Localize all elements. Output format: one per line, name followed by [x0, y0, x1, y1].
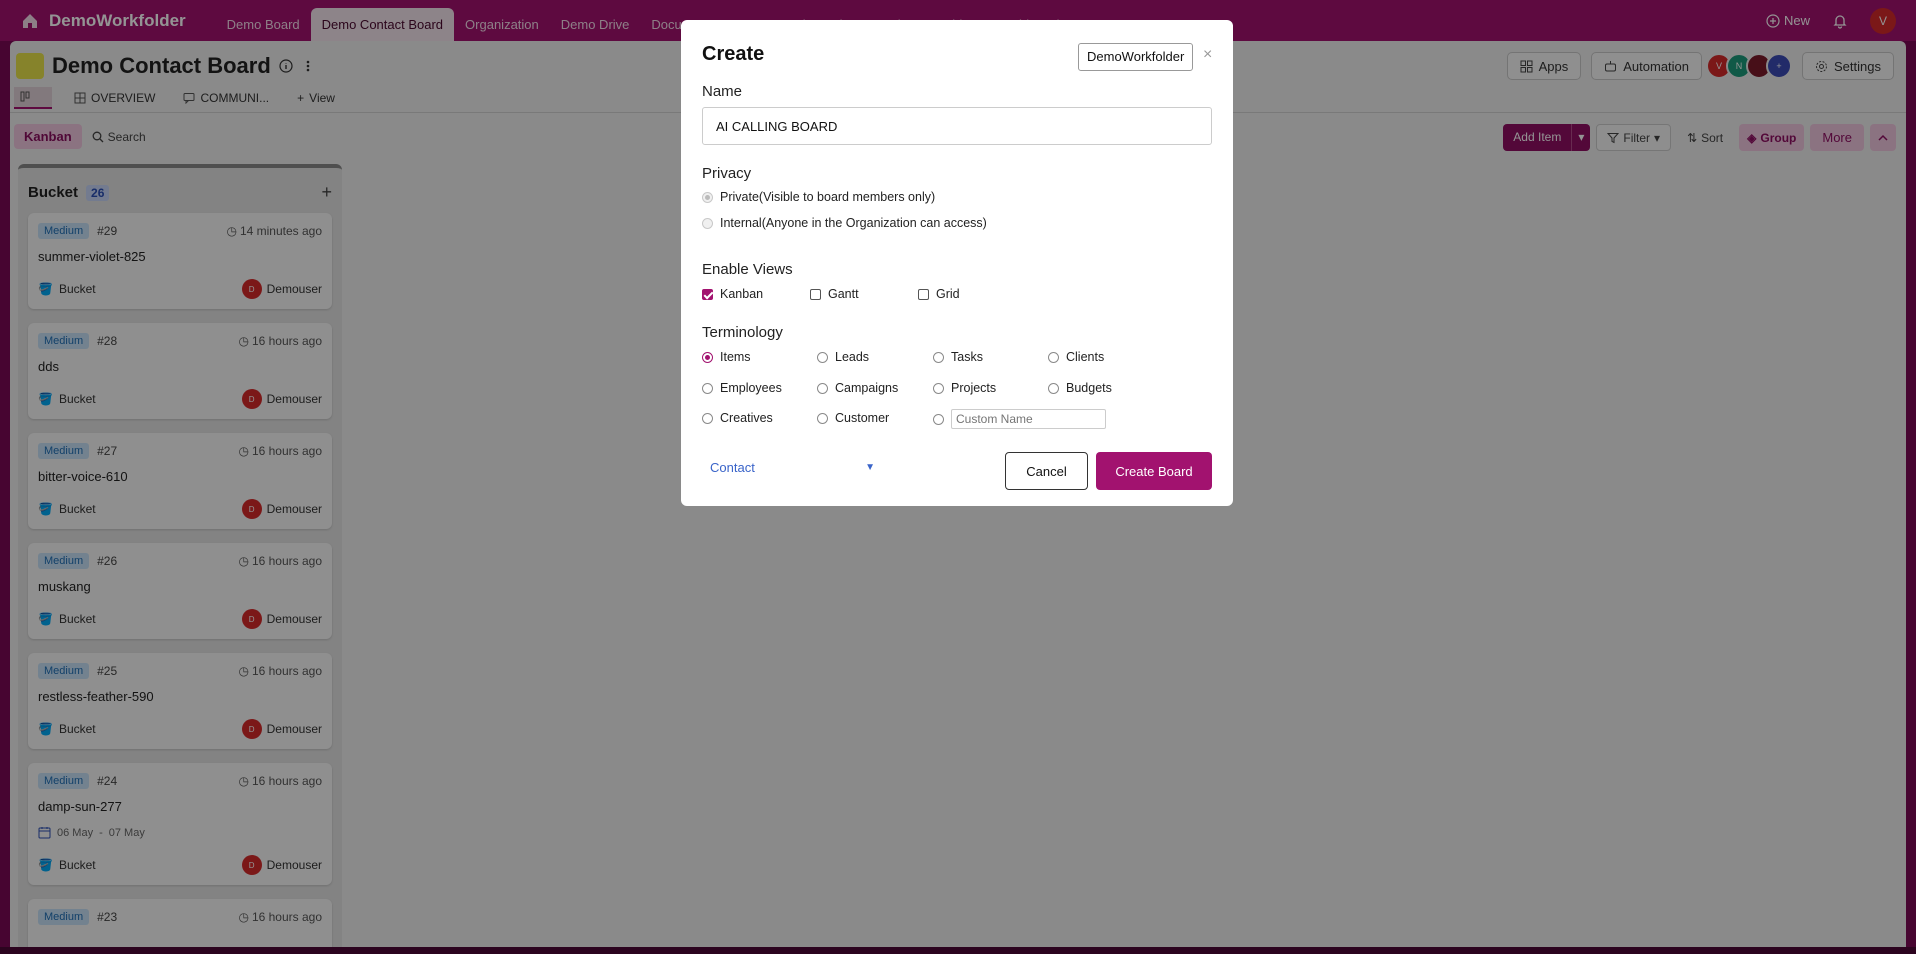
create-board-button[interactable]: Create Board — [1096, 452, 1212, 490]
board-type-select[interactable]: Contact ▼ — [710, 460, 875, 475]
private-radio[interactable] — [702, 191, 713, 203]
dialog-title: Create — [702, 43, 765, 65]
projects-radio[interactable] — [933, 382, 944, 394]
grid-option-label: Grid — [936, 287, 960, 301]
term-label: Clients — [1066, 350, 1105, 364]
close-icon[interactable]: × — [1203, 46, 1212, 64]
term-label: Budgets — [1066, 381, 1112, 395]
term-label: Campaigns — [835, 381, 899, 395]
gantt-option-label: Gantt — [828, 287, 859, 301]
term-label: Employees — [720, 381, 782, 395]
term-label: Items — [720, 350, 751, 364]
terminology-label: Terminology — [702, 324, 783, 341]
caret-down-icon: ▼ — [865, 462, 875, 473]
term-label: Projects — [951, 381, 997, 395]
term-label: Creatives — [720, 411, 773, 425]
tasks-radio[interactable] — [933, 351, 944, 363]
gantt-checkbox[interactable] — [810, 288, 821, 300]
term-custom-option[interactable] — [933, 409, 1106, 429]
items-radio[interactable] — [702, 351, 713, 363]
cancel-button[interactable]: Cancel — [1005, 452, 1088, 490]
term-campaigns-option[interactable]: Campaigns — [817, 381, 898, 395]
term-items-option[interactable]: Items — [702, 350, 751, 364]
kanban-checkbox[interactable] — [702, 288, 713, 300]
term-leads-option[interactable]: Leads — [817, 350, 869, 364]
custom-name-input[interactable] — [951, 409, 1106, 429]
name-label: Name — [702, 83, 743, 100]
term-employees-option[interactable]: Employees — [702, 381, 782, 395]
internal-label: Internal(Anyone in the Organization can … — [720, 216, 987, 230]
internal-radio[interactable] — [702, 217, 713, 229]
campaigns-radio[interactable] — [817, 382, 828, 394]
customer-radio[interactable] — [817, 412, 828, 424]
term-budgets-option[interactable]: Budgets — [1048, 381, 1112, 395]
private-label: Private(Visible to board members only) — [720, 190, 936, 204]
employees-radio[interactable] — [702, 382, 713, 394]
grid-checkbox[interactable] — [918, 288, 929, 300]
create-board-dialog: Create DemoWorkfolder × Name Privacy Pri… — [681, 20, 1233, 506]
leads-radio[interactable] — [817, 351, 828, 363]
custom-radio[interactable] — [933, 413, 944, 425]
board-name-input[interactable] — [702, 107, 1212, 145]
view-grid-option[interactable]: Grid — [918, 287, 960, 301]
view-gantt-option[interactable]: Gantt — [810, 287, 859, 301]
workspace-selector[interactable]: DemoWorkfolder — [1078, 43, 1194, 71]
term-label: Customer — [835, 411, 890, 425]
privacy-label: Privacy — [702, 165, 752, 182]
term-label: Tasks — [951, 350, 983, 364]
clients-radio[interactable] — [1048, 351, 1059, 363]
term-customer-option[interactable]: Customer — [817, 411, 889, 425]
term-clients-option[interactable]: Clients — [1048, 350, 1104, 364]
term-label: Leads — [835, 350, 870, 364]
term-creatives-option[interactable]: Creatives — [702, 411, 773, 425]
privacy-private-option[interactable]: Private(Visible to board members only) — [702, 190, 935, 204]
board-type-value: Contact — [710, 460, 755, 475]
view-kanban-option[interactable]: Kanban — [702, 287, 763, 301]
creatives-radio[interactable] — [702, 412, 713, 424]
privacy-internal-option[interactable]: Internal(Anyone in the Organization can … — [702, 216, 987, 230]
enable-views-label: Enable Views — [702, 261, 793, 278]
kanban-option-label: Kanban — [720, 287, 764, 301]
term-tasks-option[interactable]: Tasks — [933, 350, 983, 364]
term-projects-option[interactable]: Projects — [933, 381, 996, 395]
budgets-radio[interactable] — [1048, 382, 1059, 394]
